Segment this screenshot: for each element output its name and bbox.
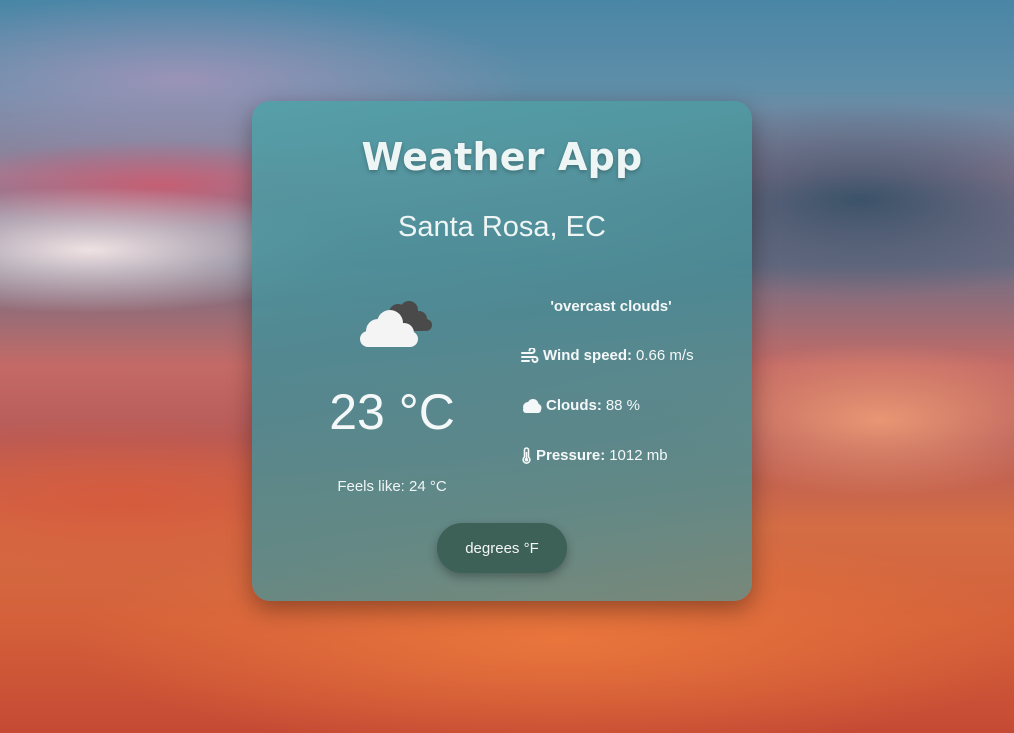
wind-icon: [521, 347, 539, 363]
pressure-value: 1012 mb: [609, 447, 668, 464]
temperature-value: 23 °C: [329, 384, 455, 440]
city-name: Santa Rosa, EC: [398, 211, 606, 243]
unit-toggle-button[interactable]: degrees °F: [437, 523, 567, 573]
wind-speed-label: Wind speed:: [543, 347, 633, 364]
wind-speed-value: 0.66 m/s: [636, 347, 694, 364]
app-title: Weather App: [361, 135, 643, 179]
pressure-label: Pressure:: [536, 447, 606, 464]
thermometer-icon: [522, 447, 531, 464]
weather-description: 'overcast clouds': [550, 298, 672, 315]
cloud-icon: [523, 398, 542, 413]
overcast-clouds-icon: [360, 301, 432, 347]
weather-card: Weather App Santa Rosa, EC 23 °C Feels l…: [252, 101, 752, 601]
clouds-value: 88 %: [605, 397, 641, 414]
wind-speed-row: Wind speed: 0.66 m/s: [521, 347, 694, 364]
clouds-row: Clouds: 88 %: [521, 397, 640, 414]
feels-like-text: Feels like: 24 °C: [337, 478, 447, 495]
clouds-label: Clouds:: [546, 397, 602, 414]
pressure-row: Pressure: 1012 mb: [521, 447, 668, 464]
